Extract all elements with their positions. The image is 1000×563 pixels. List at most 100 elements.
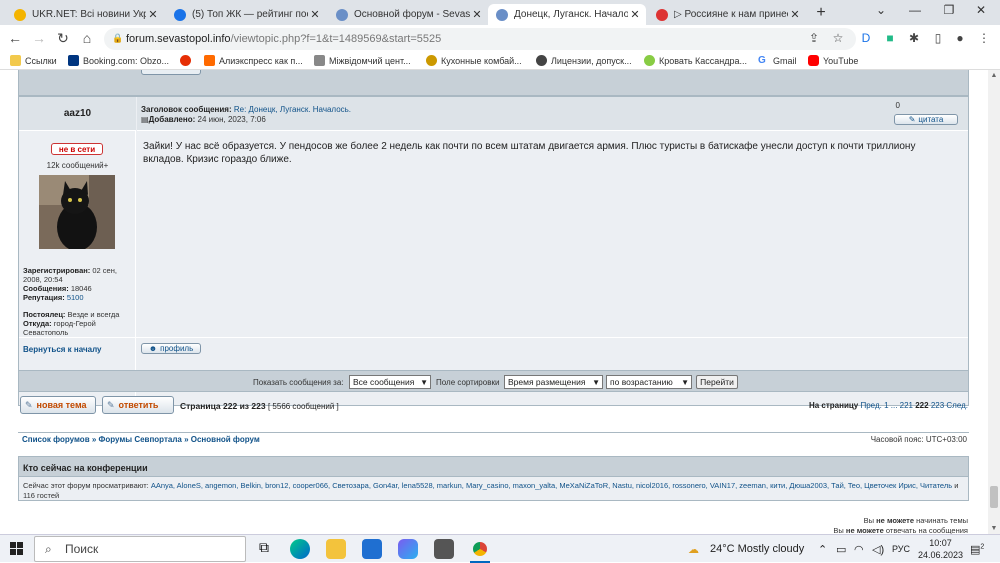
- back-icon[interactable]: ←: [6, 30, 24, 46]
- windows-start-icon[interactable]: [10, 542, 23, 555]
- go-button[interactable]: Перейти: [696, 375, 738, 389]
- scroll-down-icon[interactable]: ▼: [988, 525, 1000, 532]
- close-icon[interactable]: ✕: [628, 8, 642, 21]
- new-topic-button[interactable]: ✎ новая тема: [20, 396, 96, 414]
- browser-tab[interactable]: Основной форум - Sevastop ✕: [328, 4, 488, 25]
- notification-icon[interactable]: ▤2: [970, 543, 984, 556]
- bookmark-star-icon[interactable]: ☆: [830, 31, 846, 45]
- forum-page: aaz10 не в сети 12k сообщений+ Зарегистр…: [0, 70, 988, 534]
- show-select[interactable]: Все сообщения ▼: [349, 375, 431, 389]
- clock[interactable]: 10:07 24.06.2023: [918, 537, 963, 561]
- taskbar: ⌕ Поиск ⧉ ☁ 24°C Mostly cloudy ⌃ ▭ ◠ ◁) Р…: [0, 534, 1000, 563]
- extension-icon[interactable]: D: [858, 31, 874, 45]
- order-select[interactable]: по возрастанию ▼: [606, 375, 692, 389]
- address-bar[interactable]: 🔒 forum.sevastopol.info/viewtopic.php?f=…: [104, 28, 856, 50]
- page-links[interactable]: Пред. 1 ... 221: [860, 401, 913, 410]
- close-icon[interactable]: ✕: [146, 8, 160, 21]
- battery-icon[interactable]: ▭: [836, 543, 846, 556]
- share-icon[interactable]: ⇪: [806, 31, 822, 45]
- browser-tab[interactable]: UKR.NET: Всі новини Україн ✕: [6, 4, 164, 25]
- aliexpress-icon: [204, 55, 215, 66]
- reload-icon[interactable]: ↻: [54, 30, 72, 47]
- back-to-top-link[interactable]: Вернуться к началу: [23, 345, 102, 354]
- chrome-icon[interactable]: [470, 539, 490, 559]
- google-icon: G: [758, 55, 769, 66]
- browser-tab[interactable]: ▷ Россияне к нам принесли ✕: [648, 4, 806, 25]
- sun-icon: [644, 55, 655, 66]
- new-tab-icon[interactable]: +: [812, 4, 830, 22]
- reply-icon: ✎: [107, 399, 115, 410]
- close-icon[interactable]: ✕: [788, 8, 802, 21]
- bookmark-item[interactable]: Кухонные комбай...: [426, 55, 522, 66]
- bookmark-item[interactable]: [180, 55, 195, 66]
- forward-icon[interactable]: →: [30, 30, 48, 46]
- profile-icon: ☻: [148, 344, 158, 353]
- chevron-down-icon: ▼: [592, 377, 600, 387]
- post-body: Зайки! У нас всё образуется. У пендосов …: [143, 141, 916, 165]
- close-icon[interactable]: ✕: [308, 8, 322, 21]
- author-name[interactable]: aaz10: [19, 97, 136, 131]
- booking-icon: [68, 55, 79, 66]
- shop-icon: [426, 55, 437, 66]
- profile-button[interactable]: ☻ профиль: [141, 343, 201, 354]
- prev-profile-button[interactable]: [141, 70, 201, 75]
- browser-tab[interactable]: (5) Топ ЖК — рейтинг пост ✕: [166, 4, 326, 25]
- volume-icon[interactable]: ◁): [872, 543, 884, 556]
- edge-icon[interactable]: [290, 539, 310, 559]
- post-icon: ▤: [141, 115, 149, 124]
- online-users[interactable]: AAnya, AloneS, angemon, Belkin, bron12, …: [151, 481, 952, 490]
- reply-button[interactable]: ✎ ответить: [102, 396, 174, 414]
- prev-post-footer: [18, 70, 969, 96]
- menu-icon[interactable]: ⋮: [976, 31, 992, 45]
- calculator-icon[interactable]: [434, 539, 454, 559]
- bookmark-item[interactable]: Кровать Кассандра...: [644, 55, 747, 66]
- gov-icon: [314, 55, 325, 66]
- tray-chevron-icon[interactable]: ⌃: [818, 543, 827, 556]
- task-view-icon[interactable]: ⧉: [254, 539, 274, 559]
- minimize-icon[interactable]: —: [904, 3, 926, 17]
- messages-info: Сообщения: 18046: [23, 284, 92, 293]
- breadcrumb-links[interactable]: Список форумов » Форумы Севпортала » Осн…: [22, 435, 260, 444]
- next-page-link[interactable]: 223 След.: [931, 401, 968, 410]
- new-topic-icon: ✎: [25, 399, 33, 410]
- bookmark-item[interactable]: Алиэкспресс как п...: [204, 55, 303, 66]
- weather-text[interactable]: 24°C Mostly cloudy: [710, 543, 804, 555]
- puzzle-icon[interactable]: ✱: [906, 31, 922, 45]
- post-subject-link[interactable]: Re: Донецк, Луганск. Началось.: [234, 105, 351, 114]
- profile-icon[interactable]: ●: [952, 31, 968, 45]
- scrollbar[interactable]: ▲ ▼: [988, 70, 1000, 534]
- quote-button[interactable]: ✎ цитата: [894, 114, 958, 125]
- online-status-badge: не в сети: [51, 143, 103, 155]
- sortby-select[interactable]: Время размещения ▼: [504, 375, 603, 389]
- favicon-icon: [14, 8, 26, 21]
- globe-icon: [536, 55, 547, 66]
- post: aaz10 не в сети 12k сообщений+ Зарегистр…: [18, 96, 969, 406]
- scroll-up-icon[interactable]: ▲: [988, 72, 1000, 79]
- bookmark-item[interactable]: Booking.com: Obzo...: [68, 55, 169, 66]
- x-icon: [180, 55, 191, 66]
- close-icon[interactable]: ✕: [470, 8, 484, 21]
- bookmark-item[interactable]: YouTube: [808, 55, 858, 66]
- wifi-icon[interactable]: ◠: [854, 543, 864, 556]
- extension-icon[interactable]: ■: [882, 31, 898, 45]
- bookmark-item[interactable]: G Gmail: [758, 55, 797, 66]
- tab-search-icon[interactable]: ⌄: [870, 3, 892, 17]
- window-close-icon[interactable]: ✕: [970, 3, 992, 17]
- language-indicator[interactable]: РУС: [892, 544, 910, 554]
- bookmark-item[interactable]: Міжвідомчий цент...: [314, 55, 411, 66]
- permissions: Вы не можете начинать темы Вы не можете …: [833, 516, 968, 534]
- mail-icon[interactable]: [362, 539, 382, 559]
- bookmark-item[interactable]: Лицензии, допуск...: [536, 55, 632, 66]
- file-explorer-icon[interactable]: [326, 539, 346, 559]
- home-icon[interactable]: ⌂: [78, 30, 96, 46]
- side-panel-icon[interactable]: ▯: [930, 31, 946, 45]
- chevron-down-icon: ▼: [420, 377, 428, 387]
- breadcrumb: Список форумов » Форумы Севпортала » Осн…: [18, 432, 969, 446]
- app-icon[interactable]: [398, 539, 418, 559]
- scrollbar-thumb[interactable]: [990, 486, 998, 508]
- bookmark-item[interactable]: Ссылки: [10, 55, 57, 66]
- taskbar-search[interactable]: ⌕ Поиск: [34, 536, 246, 562]
- maximize-icon[interactable]: ❐: [938, 3, 960, 17]
- browser-tab-active[interactable]: Донецк, Луганск. Началось ✕: [488, 4, 646, 25]
- weather-icon[interactable]: ☁: [688, 543, 699, 556]
